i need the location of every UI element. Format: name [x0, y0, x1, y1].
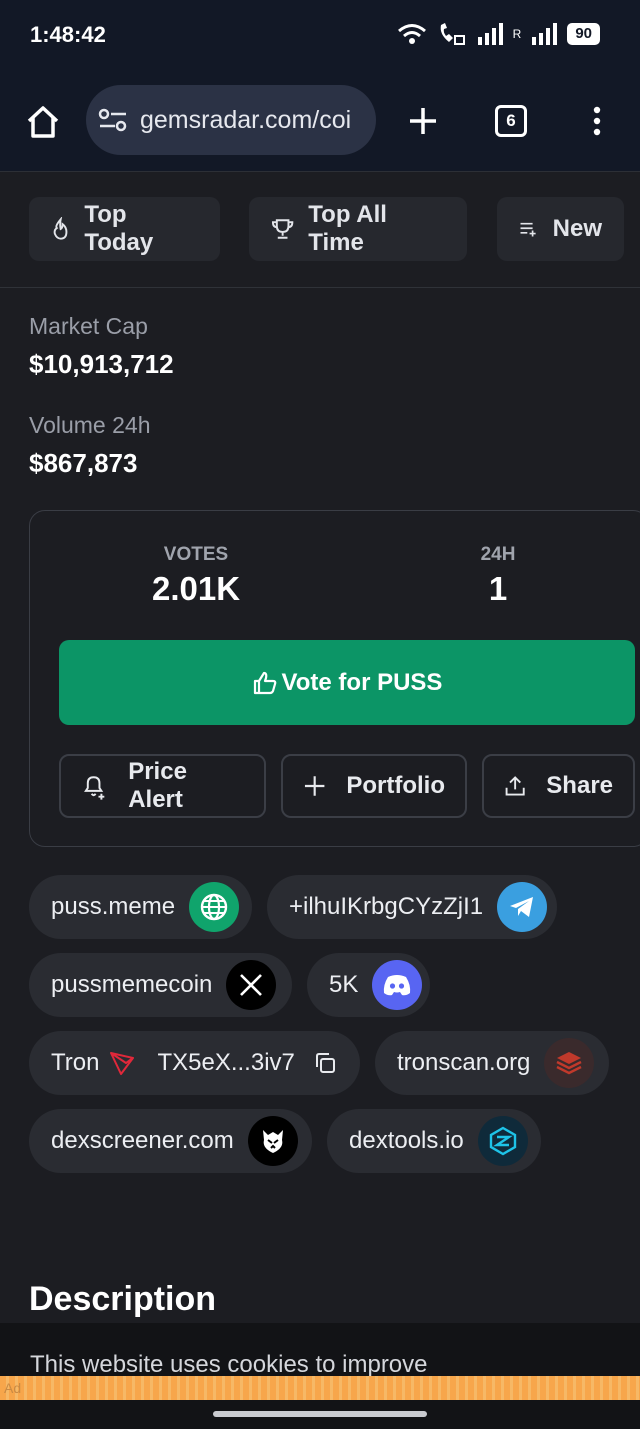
- address-bar[interactable]: gemsradar.com/coi: [86, 85, 376, 155]
- status-bar: 1:48:42 R 90: [0, 0, 640, 72]
- wifi-icon: [397, 24, 426, 44]
- dexscreener-label: dexscreener.com: [51, 1127, 234, 1154]
- tab-label: New: [552, 215, 602, 242]
- cookie-text: This website uses cookies to improve: [30, 1351, 428, 1378]
- website-label: puss.meme: [51, 893, 176, 920]
- votes-label: VOTES: [163, 544, 229, 565]
- tab-top-all-time[interactable]: Top All Time: [249, 197, 467, 261]
- status-icons: R 90: [397, 22, 600, 46]
- dexscreener-link[interactable]: dexscreener.com: [29, 1109, 312, 1173]
- tab-new[interactable]: New: [497, 197, 624, 261]
- gesture-navigation-bar: [0, 1400, 640, 1429]
- tab-label: Top All Time: [308, 201, 387, 256]
- home-gesture-handle[interactable]: [213, 1411, 427, 1417]
- day-votes-value: 1: [488, 570, 508, 607]
- new-tab-icon[interactable]: [407, 105, 439, 137]
- dexscreener-icon: [247, 1116, 298, 1166]
- signal-icon: [477, 23, 503, 45]
- discord-icon: [372, 960, 423, 1010]
- telegram-icon: [497, 882, 548, 932]
- site-settings-icon[interactable]: [86, 107, 140, 133]
- volume-value: $867,873: [29, 448, 138, 478]
- contract-chip[interactable]: Tron TX5eX...3iv7: [29, 1031, 360, 1095]
- ad-label: Ad: [4, 1380, 22, 1396]
- x-logo-icon: [226, 960, 277, 1010]
- bell-plus-icon: [84, 776, 105, 800]
- price-alert-label: Price Alert: [128, 758, 187, 813]
- signal-icon-2: [532, 23, 558, 45]
- website-link[interactable]: puss.meme: [29, 875, 252, 939]
- day-votes-label: 24H: [480, 544, 516, 565]
- battery-icon: 90: [567, 23, 600, 45]
- twitter-label: pussmemecoin: [51, 971, 213, 998]
- vote-button[interactable]: Vote for PUSS: [59, 640, 635, 725]
- contract-address: TX5eX...3iv7: [157, 1049, 295, 1076]
- copy-icon[interactable]: [305, 1038, 345, 1088]
- vote-card: VOTES 2.01K 24H 1 Vote for PUSS Price Al…: [29, 510, 640, 847]
- list-add-icon: [520, 222, 536, 237]
- tronscan-link[interactable]: tronscan.org: [375, 1031, 609, 1095]
- home-icon[interactable]: [25, 104, 61, 140]
- tab-top-today[interactable]: Top Today: [29, 197, 220, 261]
- telegram-label: +ilhuIKrbgCYzZjI1: [289, 893, 484, 920]
- share-button[interactable]: Share: [482, 754, 635, 818]
- wifi-call-icon: [440, 23, 465, 45]
- twitter-link[interactable]: pussmemecoin: [29, 953, 292, 1017]
- market-cap-value: $10,913,712: [29, 349, 174, 379]
- thumbs-up-icon: [253, 671, 276, 694]
- dextools-icon: [477, 1116, 528, 1166]
- globe-icon: [189, 882, 240, 932]
- ad-banner[interactable]: Ad: [0, 1376, 640, 1400]
- portfolio-label: Portfolio: [346, 772, 445, 799]
- chain-label: Tron: [51, 1049, 100, 1076]
- tron-icon: [110, 1052, 135, 1075]
- roaming-indicator: R: [512, 27, 522, 41]
- telegram-link[interactable]: +ilhuIKrbgCYzZjI1: [267, 875, 557, 939]
- dextools-link[interactable]: dextools.io: [327, 1109, 541, 1173]
- market-cap-label: Market Cap: [29, 313, 148, 339]
- discord-link[interactable]: 5K: [307, 953, 430, 1017]
- status-time: 1:48:42: [30, 22, 106, 47]
- tronscan-label: tronscan.org: [397, 1049, 531, 1076]
- tab-label: Top Today: [84, 201, 154, 256]
- url-text: gemsradar.com/coi: [140, 105, 352, 134]
- volume-label: Volume 24h: [29, 412, 151, 438]
- section-divider: [0, 287, 640, 288]
- vote-button-label: Vote for PUSS: [281, 668, 443, 696]
- share-label: Share: [546, 772, 613, 799]
- dextools-label: dextools.io: [349, 1127, 464, 1154]
- votes-value: 2.01K: [151, 570, 241, 607]
- description-heading: Description: [29, 1280, 217, 1318]
- trophy-icon: [271, 219, 294, 239]
- portfolio-button[interactable]: Portfolio: [281, 754, 467, 818]
- flame-icon: [53, 217, 68, 240]
- tab-switcher-button[interactable]: 6: [495, 105, 527, 137]
- plus-icon: [304, 776, 325, 796]
- more-menu-icon[interactable]: [590, 106, 604, 136]
- price-alert-button[interactable]: Price Alert: [59, 754, 266, 818]
- tronscan-icon: [544, 1038, 595, 1088]
- discord-count: 5K: [329, 971, 359, 998]
- browser-toolbar: gemsradar.com/coi 6: [0, 72, 640, 172]
- share-icon: [505, 776, 525, 796]
